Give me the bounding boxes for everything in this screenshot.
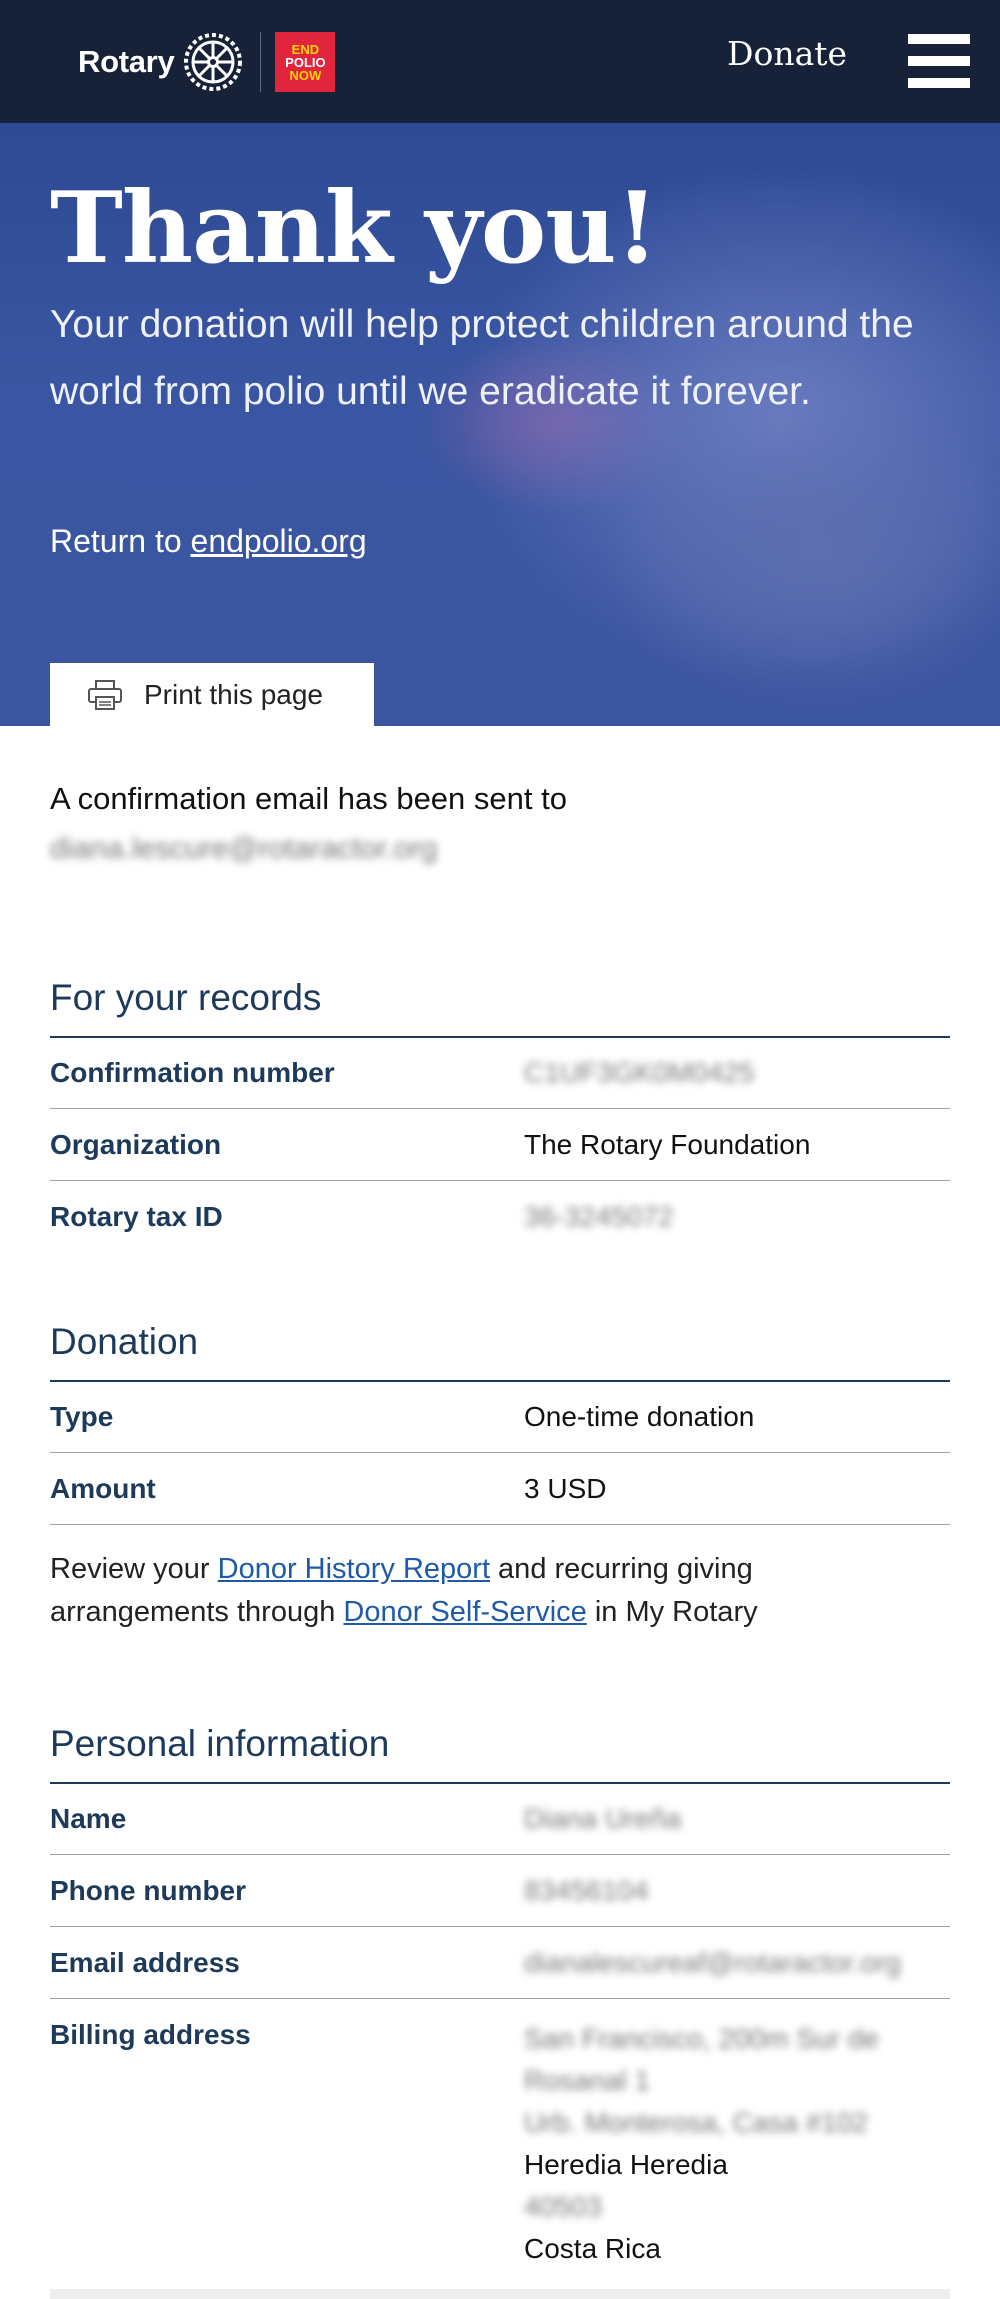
row-divider xyxy=(50,1180,950,1181)
row-divider xyxy=(50,1452,950,1453)
badge-line-polio: POLIO xyxy=(285,54,326,70)
records-title-rule xyxy=(50,1036,950,1038)
donation-type-label: Type xyxy=(50,1401,114,1432)
donation-section-title: Donation xyxy=(50,1321,199,1362)
name-label: Name xyxy=(50,1803,127,1834)
page-title: Thank you! xyxy=(50,171,659,286)
badge-line-now: NOW xyxy=(289,67,322,83)
email-value: dianalescureaf@rotaractor.org xyxy=(524,1947,902,1978)
review-prefix: Review your xyxy=(50,1553,218,1585)
donate-link[interactable]: Donate xyxy=(727,34,847,73)
organization-value: The Rotary Foundation xyxy=(524,1129,811,1160)
endpolio-link[interactable]: endpolio.org xyxy=(191,523,367,559)
records-section-title: For your records xyxy=(50,977,322,1018)
name-value: Diana Ureña xyxy=(524,1803,682,1834)
review-suffix: in My Rotary xyxy=(586,1596,758,1628)
donor-review-text: Review your Donor History Report and rec… xyxy=(50,1548,930,1634)
site-header: Rotary END POLIO NOW Donate xyxy=(0,0,1000,123)
badge-line-end: END xyxy=(291,41,320,57)
return-prefix: Return to xyxy=(50,523,191,559)
billing-line: Urb. Monterosa, Casa #102 xyxy=(524,2107,868,2138)
phone-value: 83456104 xyxy=(524,1875,649,1906)
rotary-wheel-icon xyxy=(184,33,243,91)
email-label: Email address xyxy=(50,1947,240,1978)
hero-banner: Thank you! Your donation will help prote… xyxy=(0,123,1000,726)
row-divider xyxy=(50,1524,950,1525)
hamburger-menu-icon[interactable] xyxy=(908,34,970,88)
billing-line: Rosanal 1 xyxy=(524,2065,651,2096)
donor-history-report-link[interactable]: Donor History Report xyxy=(218,1553,490,1585)
confirmation-email-blurred: diana.lescure@rotaractor.org xyxy=(50,832,438,865)
print-page-button[interactable]: Print this page xyxy=(50,663,374,726)
row-divider xyxy=(50,1854,950,1855)
logo-divider xyxy=(260,32,262,92)
donation-amount-label: Amount xyxy=(50,1473,156,1504)
hero-subtitle: Your donation will help protect children… xyxy=(50,303,914,413)
billing-line: 40503 xyxy=(524,2191,602,2222)
organization-label: Organization xyxy=(50,1129,222,1160)
return-text: Return to endpolio.org xyxy=(50,523,367,560)
donation-amount-value: 3 USD xyxy=(524,1473,607,1504)
billing-address-label: Billing address xyxy=(50,2019,251,2050)
confirmation-number-label: Confirmation number xyxy=(50,1057,335,1088)
rotary-wordmark: Rotary xyxy=(78,44,175,79)
personal-title-rule xyxy=(50,1782,950,1784)
donation-title-rule xyxy=(50,1380,950,1382)
donation-type-value: One-time donation xyxy=(524,1401,755,1432)
billing-address-value: San Francisco, 200m Sur de Rosanal 1 Urb… xyxy=(524,2018,1000,2270)
billing-line: San Francisco, 200m Sur de xyxy=(524,2023,879,2054)
row-divider xyxy=(50,1108,950,1109)
row-divider xyxy=(50,1926,950,1927)
end-polio-now-logo: END POLIO NOW xyxy=(275,32,336,92)
phone-label: Phone number xyxy=(50,1875,247,1906)
tax-id-label: Rotary tax ID xyxy=(50,1201,223,1232)
confirmation-number-value: C1UF3GK0M0425 xyxy=(524,1057,755,1088)
billing-line: Heredia Heredia xyxy=(524,2149,728,2180)
section-bottom-edge xyxy=(50,2289,950,2299)
personal-section-title: Personal information xyxy=(50,1723,390,1764)
rotary-logo[interactable]: Rotary END POLIO NOW xyxy=(78,30,336,94)
print-label: Print this page xyxy=(144,678,323,710)
confirmation-message: A confirmation email has been sent to xyxy=(50,781,567,816)
row-divider xyxy=(50,1998,950,1999)
billing-line: Costa Rica xyxy=(524,2233,661,2264)
printer-icon xyxy=(88,679,122,710)
tax-id-value: 36-3245072 xyxy=(524,1201,674,1232)
donor-self-service-link[interactable]: Donor Self-Service xyxy=(343,1596,586,1628)
